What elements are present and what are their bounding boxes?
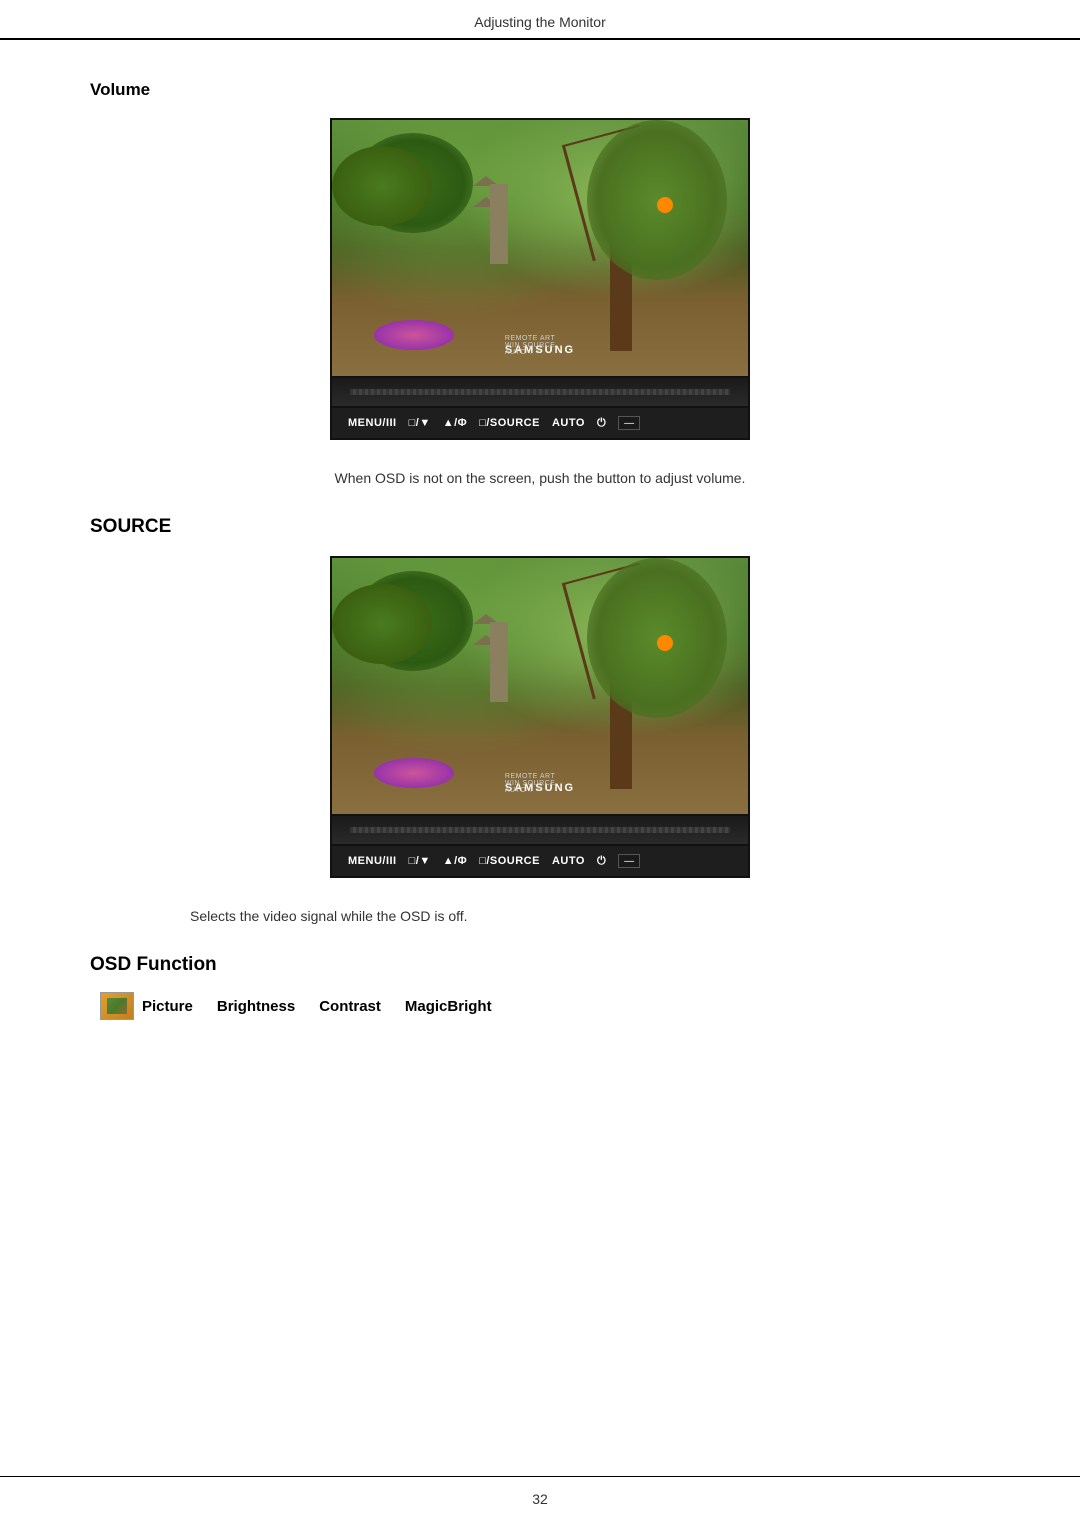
source-nav-button: □/▼ — [409, 855, 431, 867]
volume-menu-button-label: MENU/III — [348, 417, 397, 429]
source-menu-button-label: MENU/III — [348, 855, 397, 867]
volume-auto-button: AUTO — [552, 417, 585, 429]
volume-bezel-texture — [350, 389, 730, 395]
volume-monitor-bezel — [330, 378, 750, 408]
volume-title: Volume — [90, 80, 990, 100]
osd-picture-item: Picture — [100, 992, 193, 1020]
source-monitor-buttons: MENU/III □/▼ ▲/Φ □/SOURCE AUTO ⏻ — [330, 846, 750, 878]
osd-nav-picture-label: Picture — [142, 998, 193, 1015]
content-area: Volume SAMSUNG — [90, 60, 990, 1457]
source-screen-samsung-logo-area: SAMSUNG REMOTE ART WIN SOURCE AUTO ○ × — [505, 782, 575, 794]
source-section: SOURCE SAMSUNG — [90, 516, 990, 878]
volume-monitor-screen: SAMSUNG REMOTE ART WIN SOURCE AUTO ○ × — [330, 118, 750, 378]
volume-up-button: ▲/Φ — [443, 417, 467, 429]
source-auto-button: AUTO — [552, 855, 585, 867]
osd-nav-brightness-label: Brightness — [217, 998, 295, 1015]
page-header: Adjusting the Monitor — [0, 14, 1080, 30]
volume-description: When OSD is not on the screen, push the … — [90, 470, 990, 486]
source-monitor-bezel — [330, 816, 750, 846]
screen-orange-ball — [657, 197, 673, 213]
screen-foliage-left2 — [332, 146, 432, 226]
osd-title: OSD Function — [90, 954, 990, 976]
source-screen-pagoda — [490, 622, 508, 702]
source-monitor-screen: SAMSUNG REMOTE ART WIN SOURCE AUTO ○ × — [330, 556, 750, 816]
volume-source-button: □/SOURCE — [479, 417, 540, 429]
source-source-button: □/SOURCE — [479, 855, 540, 867]
source-power-button: ⏻ — [597, 855, 606, 868]
volume-nav-button: □/▼ — [409, 417, 431, 429]
volume-power-button: ⏻ — [597, 417, 606, 430]
source-bezel-texture — [350, 827, 730, 833]
top-border — [0, 38, 1080, 40]
screen-samsung-logo-area: SAMSUNG REMOTE ART WIN SOURCE AUTO ○ × — [505, 344, 575, 356]
osd-nav-bar: Picture Brightness Contrast MagicBright — [90, 992, 990, 1020]
bottom-border — [0, 1476, 1080, 1477]
source-up-button: ▲/Φ — [443, 855, 467, 867]
picture-icon-inner — [107, 998, 127, 1014]
volume-monitor-buttons: MENU/III □/▼ ▲/Φ □/SOURCE AUTO ⏻ — [330, 408, 750, 440]
volume-monitor-image: SAMSUNG REMOTE ART WIN SOURCE AUTO ○ × M… — [90, 118, 990, 440]
source-screen-orange-ball — [657, 635, 673, 651]
picture-icon — [100, 992, 134, 1020]
volume-monitor-container: SAMSUNG REMOTE ART WIN SOURCE AUTO ○ × M… — [330, 118, 750, 440]
source-title: SOURCE — [90, 516, 990, 538]
source-monitor-image: SAMSUNG REMOTE ART WIN SOURCE AUTO ○ × M… — [90, 556, 990, 878]
volume-minus-button — [618, 416, 640, 430]
source-minus-button — [618, 854, 640, 868]
page-number: 32 — [0, 1491, 1080, 1507]
osd-section: OSD Function Picture Brightness Contrast… — [90, 954, 990, 1020]
source-screen-foliage-left2 — [332, 584, 432, 664]
source-screen-info-bar: REMOTE ART WIN SOURCE AUTO ○ × — [505, 773, 567, 794]
source-monitor-container: SAMSUNG REMOTE ART WIN SOURCE AUTO ○ × M… — [330, 556, 750, 878]
screen-info-bar: REMOTE ART WIN SOURCE AUTO ○ × — [505, 335, 567, 356]
osd-nav-contrast-label: Contrast — [319, 998, 381, 1015]
screen-pagoda — [490, 184, 508, 264]
volume-section: Volume SAMSUNG — [90, 80, 990, 440]
source-description: Selects the video signal while the OSD i… — [190, 908, 990, 924]
osd-nav-magicbright-label: MagicBright — [405, 998, 492, 1015]
